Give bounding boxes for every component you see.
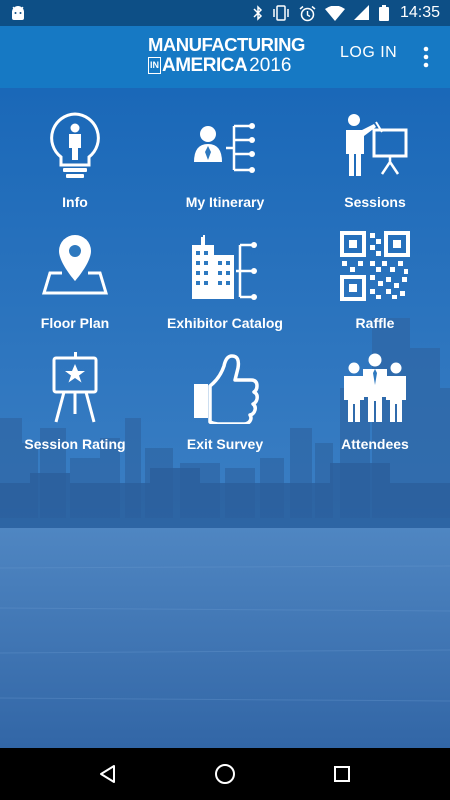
brand-year: 2016 <box>249 54 292 76</box>
menu-item-attendees[interactable]: Attendees <box>305 330 445 452</box>
qr-code-icon <box>340 231 410 301</box>
bluetooth-icon <box>253 5 263 21</box>
back-triangle-icon[interactable] <box>88 754 128 794</box>
map-pin-icon <box>41 235 109 295</box>
menu-item-label: Floor Plan <box>40 315 110 331</box>
lightbulb-person-icon <box>50 112 100 178</box>
menu-item-exhibitor-catalog[interactable]: Exhibitor Catalog <box>155 209 295 331</box>
system-nav-bar <box>0 748 450 800</box>
presenter-board-icon <box>346 114 408 176</box>
home-dashboard: Info My Itinerary Sessions Floor Plan Ex… <box>0 88 450 748</box>
login-button[interactable]: LOG IN <box>340 44 397 62</box>
status-bar: 14:35 <box>0 0 450 26</box>
menu-item-label: Info <box>62 194 88 210</box>
alarm-icon <box>299 5 316 21</box>
menu-item-label: Exit Survey <box>186 436 264 452</box>
menu-item-label: Session Rating <box>24 436 126 452</box>
menu-item-label: My Itinerary <box>185 194 265 210</box>
building-hierarchy-icon <box>192 235 257 300</box>
person-hierarchy-icon <box>194 123 255 173</box>
menu-item-raffle[interactable]: Raffle <box>305 209 445 331</box>
battery-icon <box>378 5 389 21</box>
android-icon <box>12 6 24 20</box>
menu-item-label: Attendees <box>341 436 409 452</box>
vibrate-icon <box>273 5 289 21</box>
menu-item-label: Exhibitor Catalog <box>167 315 283 331</box>
recents-square-icon[interactable] <box>322 754 362 794</box>
app-bar: MANUFACTURING IN AMERICA 2016 LOG IN <box>0 26 450 88</box>
menu-grid: Info My Itinerary Sessions Floor Plan Ex… <box>0 88 450 468</box>
menu-item-floor-plan[interactable]: Floor Plan <box>5 209 145 331</box>
wifi-icon <box>324 5 345 21</box>
menu-item-sessions[interactable]: Sessions <box>305 88 445 210</box>
menu-item-session-rating[interactable]: Session Rating <box>5 330 145 452</box>
brand-america: AMERICA <box>162 54 248 76</box>
brand-in-box: IN <box>148 56 161 74</box>
signal-icon <box>353 5 369 20</box>
menu-item-exit-survey[interactable]: Exit Survey <box>155 330 295 452</box>
brand-title: MANUFACTURING <box>148 34 305 55</box>
thumbs-up-icon <box>194 354 259 424</box>
group-people-icon <box>344 353 406 422</box>
star-easel-icon <box>52 352 98 423</box>
menu-item-label: Sessions <box>344 194 406 210</box>
status-time: 14:35 <box>399 4 440 21</box>
brand-logo: MANUFACTURING IN AMERICA 2016 <box>148 34 305 76</box>
menu-item-my-itinerary[interactable]: My Itinerary <box>155 88 295 210</box>
menu-item-info[interactable]: Info <box>5 88 145 210</box>
home-circle-icon[interactable] <box>205 754 245 794</box>
menu-item-label: Raffle <box>355 315 395 331</box>
more-vert-icon[interactable] <box>416 42 436 72</box>
